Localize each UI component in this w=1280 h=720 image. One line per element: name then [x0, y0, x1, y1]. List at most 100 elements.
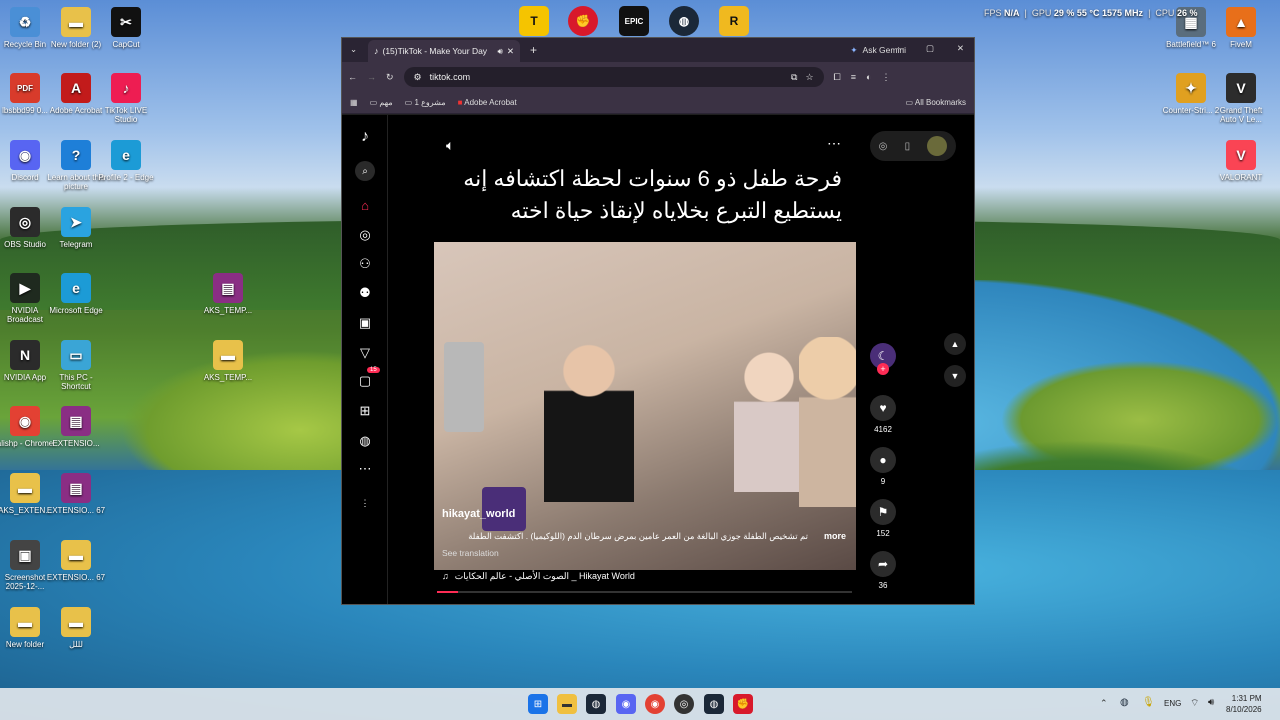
see-translation-link[interactable]: See translation: [442, 548, 499, 558]
forward-icon[interactable]: →: [367, 72, 376, 82]
back-icon[interactable]: ←: [348, 72, 357, 82]
riot-icon[interactable]: ✊: [568, 6, 598, 36]
desktop-shortcut[interactable]: ▭ This PC - Shortcut: [46, 340, 106, 391]
create-icon[interactable]: ⊞: [355, 401, 375, 421]
explore-icon[interactable]: ◎: [355, 225, 375, 245]
clock-time: 1:31 PM: [1231, 694, 1262, 703]
video-frame-girl: [734, 352, 804, 492]
more-icon[interactable]: ⋯: [355, 459, 375, 479]
reload-icon[interactable]: ↻: [386, 72, 394, 83]
file-explorer-icon[interactable]: ▬: [557, 694, 577, 714]
microphone-icon[interactable]: 🎙︎: [1142, 697, 1155, 708]
extensions-icon[interactable]: ⧠: [834, 72, 841, 83]
previous-video-button[interactable]: ▲: [944, 333, 966, 355]
home-icon[interactable]: ⌂: [355, 195, 375, 215]
share-button[interactable]: ➦ 36: [868, 551, 898, 590]
creator-avatar[interactable]: ☾ +: [868, 343, 898, 375]
all-bookmarks[interactable]: ▭ All Bookmarks: [906, 98, 966, 107]
language-indicator[interactable]: ENG: [1164, 699, 1181, 708]
desktop-shortcut[interactable]: ✂ CapCut: [96, 7, 156, 49]
desktop-shortcut[interactable]: ➤ Telegram: [46, 207, 106, 249]
desktop-shortcut[interactable]: ▬ AKS_TEMP...: [198, 340, 258, 382]
video-options-icon[interactable]: ⋯: [827, 135, 841, 152]
maximize-button[interactable]: ▢: [926, 43, 934, 54]
folder-icon: ▬: [61, 540, 91, 570]
save-button[interactable]: ⚑ 152: [868, 499, 898, 538]
like-button[interactable]: ♥ 4162: [868, 395, 898, 434]
bookmark-star-icon[interactable]: ☆: [805, 72, 813, 83]
desktop-shortcut[interactable]: e Microsoft Edge: [46, 273, 106, 315]
user-avatar-icon[interactable]: [927, 136, 948, 156]
comment-button[interactable]: ● 9: [868, 447, 898, 486]
start-icon[interactable]: ⊞: [528, 694, 548, 714]
new-tab-button[interactable]: +: [530, 43, 537, 57]
volume-icon[interactable]: 🔈︎: [446, 137, 454, 154]
steam-icon[interactable]: ◍: [669, 6, 699, 36]
install-icon[interactable]: ⧉: [791, 72, 797, 83]
apps-grid-icon[interactable]: ▦: [350, 98, 358, 107]
steam-icon[interactable]: ◍: [586, 694, 606, 714]
clock[interactable]: 1:31 PM 8/10/2026: [1226, 693, 1262, 715]
live-icon[interactable]: ▣: [355, 313, 375, 333]
clock-date: 8/10/2026: [1226, 705, 1262, 714]
tiktok-logo-icon[interactable]: ♪: [355, 127, 375, 147]
profile-avatar-icon[interactable]: ◍: [355, 431, 375, 451]
desktop-shortcut[interactable]: ▤ EXTENSIO... 67: [46, 473, 106, 515]
bookmark-acrobat[interactable]: ■ Adobe Acrobat: [458, 98, 517, 107]
desktop-shortcut-label: AKS_TEMP...: [203, 306, 253, 315]
next-video-button[interactable]: ▼: [944, 365, 966, 387]
friends-icon[interactable]: ⚉: [355, 283, 375, 303]
follow-plus-icon[interactable]: +: [877, 363, 889, 375]
game-launcher-icon[interactable]: T: [519, 6, 549, 36]
volume-tray-icon[interactable]: 🔊︎: [1208, 697, 1214, 708]
video-username[interactable]: hikayat_world: [442, 508, 515, 520]
search-icon[interactable]: ⌕: [355, 161, 375, 181]
desktop-shortcut[interactable]: ▬ EXTENSIO... 67: [46, 540, 106, 582]
tray-overflow-icon[interactable]: ⌃: [1100, 698, 1108, 709]
desktop-shortcut[interactable]: ▲ FiveM: [1211, 7, 1271, 49]
profile-icon[interactable]: ◐: [866, 72, 871, 82]
steam-icon[interactable]: ◍: [704, 694, 724, 714]
discord-icon[interactable]: ◉: [616, 694, 636, 714]
more-link[interactable]: more: [824, 531, 846, 541]
media-icon[interactable]: ≡: [851, 72, 856, 82]
bookmark-folder[interactable]: ▭ مشروع 1: [405, 98, 446, 107]
desktop-shortcut[interactable]: ▤ AKS_TEMP...: [198, 273, 258, 315]
obs-icon[interactable]: ◎: [674, 694, 694, 714]
upload-icon[interactable]: ▽: [355, 343, 375, 363]
messages-icon[interactable]: ▢ 15: [355, 367, 380, 391]
audio-icon[interactable]: 🔊︎: [498, 46, 503, 57]
address-bar[interactable]: ⚙ tiktok.com ⧉ ☆: [403, 67, 824, 87]
compass-icon[interactable]: ◎: [879, 141, 888, 152]
tab-search-icon[interactable]: ⌄: [350, 44, 357, 55]
desktop-shortcut[interactable]: ♪ TikTok LIVE Studio: [96, 73, 156, 124]
bookmark-folder[interactable]: ▭ مهم: [370, 98, 393, 107]
menu-icon[interactable]: ⋮: [881, 72, 890, 83]
rockstar-icon[interactable]: R: [719, 6, 749, 36]
video-progress-bar[interactable]: [437, 591, 852, 593]
desktop-shortcut[interactable]: ▤ EXTENSIO...: [46, 406, 106, 448]
close-window-button[interactable]: ✕: [957, 43, 964, 54]
epic-games-icon[interactable]: EPIC: [619, 6, 649, 36]
desktop-shortcut[interactable]: V VALORANT: [1211, 140, 1271, 182]
tray-steam-icon[interactable]: ◍: [1120, 697, 1129, 708]
desktop-shortcut-label: TikTok LIVE Studio: [104, 106, 148, 124]
inbox-badge: 15: [367, 367, 380, 373]
tab-close-icon[interactable]: ✕: [507, 46, 514, 57]
riot-icon[interactable]: ✊: [733, 694, 753, 714]
mobile-icon[interactable]: ▯: [905, 141, 911, 152]
video-progress-fill: [437, 591, 458, 593]
video-player[interactable]: hikayat_world تم تشخيص الطفلة جوزي البال…: [434, 242, 856, 570]
minimize-button[interactable]: —: [896, 43, 905, 53]
wifi-icon[interactable]: ⌔: [1190, 697, 1199, 710]
desktop-shortcut[interactable]: V Grand Theft Auto V Le...: [1211, 73, 1271, 124]
chrome-icon[interactable]: ◉: [645, 694, 665, 714]
desktop-shortcut[interactable]: ▬ لللل: [46, 607, 106, 649]
desktop-shortcut-label: Profile 2 - Edge: [98, 173, 154, 182]
tab-tiktok[interactable]: ♪ (15)TikTok - Make Your Day 🔊︎ ✕: [368, 40, 520, 62]
sound-row[interactable]: ♫ الصوت الأصلي - عالم الحكايات _ Hikayat…: [442, 571, 852, 582]
desktop-shortcut[interactable]: e Profile 2 - Edge: [96, 140, 156, 182]
following-icon[interactable]: ⚇: [355, 254, 375, 274]
site-info-icon[interactable]: ⚙: [414, 72, 422, 83]
heart-icon: ♥: [870, 395, 896, 421]
